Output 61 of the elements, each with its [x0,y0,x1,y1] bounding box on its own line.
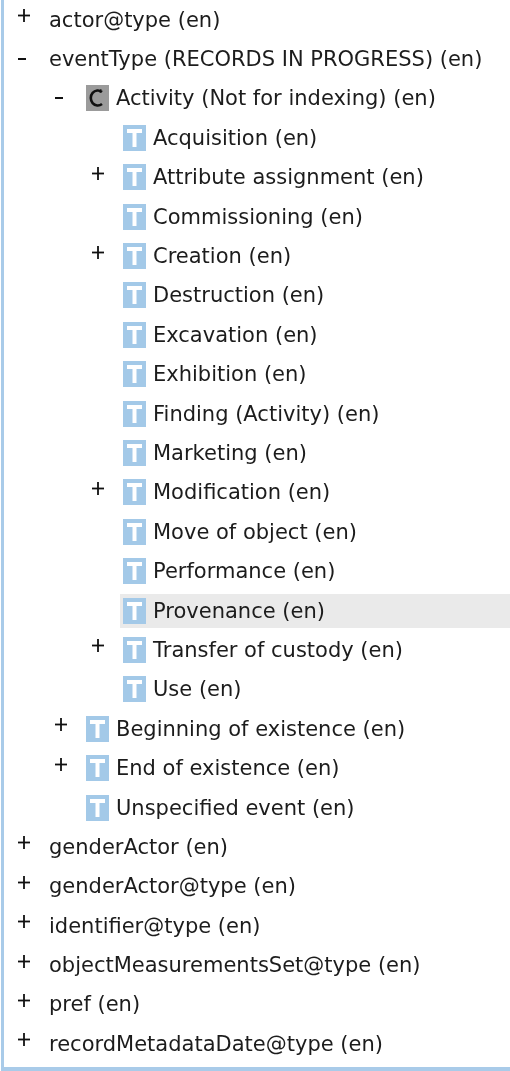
tree-item[interactable]: Attribute assignment (en) [120,160,510,195]
expand-icon[interactable] [18,875,30,889]
expand-icon[interactable] [18,993,30,1007]
tree-item[interactable]: Performance (en) [120,554,510,589]
tree-item[interactable]: Finding (Activity) (en) [120,396,510,431]
expand-icon[interactable] [18,915,30,929]
tree-item[interactable]: Provenance (en) [120,593,510,628]
term-icon [123,400,146,427]
term-icon [123,203,146,230]
expand-icon[interactable] [92,166,104,180]
term-icon [123,636,146,663]
tree-item[interactable]: Activity (Not for indexing) (en) [83,81,510,116]
tree-item[interactable]: Marketing (en) [120,436,510,470]
expand-icon[interactable] [92,639,104,653]
expand-icon[interactable] [92,481,104,495]
term-icon [123,597,146,624]
tree-item[interactable]: recordMetadataDate@type (en) [46,1026,510,1061]
term-icon [123,361,146,388]
tree-item[interactable]: genderActor@type (en) [46,869,510,904]
term-icon [86,755,109,782]
tree-item[interactable]: Commissioning (en) [120,199,510,234]
term-icon [123,558,146,585]
term-icon [123,282,146,309]
term-icon [123,124,146,151]
tree-item[interactable]: End of existence (en) [83,751,510,786]
term-icon [86,794,109,821]
expand-icon[interactable] [18,9,30,23]
term-icon [123,243,146,270]
tree-item[interactable]: eventType (RECORDS IN PROGRESS) (en) [46,42,510,77]
collapse-icon[interactable] [18,58,26,61]
term-icon [123,479,146,506]
expand-icon[interactable] [55,718,67,732]
tree-item[interactable]: Modification (en) [120,475,510,510]
tree-item[interactable]: Transfer of custody (en) [120,632,510,667]
tree-item[interactable]: pref (en) [46,987,510,1022]
term-icon [86,715,109,742]
concept-icon [86,85,109,112]
tree-item[interactable]: Use (en) [120,672,510,707]
tree-item[interactable]: Beginning of existence (en) [83,711,510,746]
tree-item[interactable]: objectMeasurementsSet@type (en) [46,948,510,983]
term-icon [123,164,146,191]
tree-item[interactable]: identifier@type (en) [46,908,510,943]
tree-item[interactable]: Creation (en) [120,239,510,274]
term-icon [123,518,146,545]
term-icon [123,440,146,466]
term-icon [123,321,146,348]
term-icon [123,676,146,703]
tree-item[interactable]: Excavation (en) [120,317,510,352]
expand-icon[interactable] [55,757,67,771]
tree-item[interactable]: Move of object (en) [120,514,510,549]
expand-icon[interactable] [18,1033,30,1047]
expand-icon[interactable] [18,836,30,850]
expand-icon[interactable] [18,954,30,968]
tree-item[interactable]: Exhibition (en) [120,357,510,392]
tree-item[interactable]: Destruction (en) [120,278,510,313]
tree-item[interactable]: Unspecified event (en) [83,790,510,825]
tree-item[interactable]: genderActor (en) [46,829,510,864]
collapse-icon[interactable] [55,97,63,100]
tree-item[interactable]: Acquisition (en) [120,120,510,155]
expand-icon[interactable] [92,245,104,259]
tree-item[interactable]: actor@type (en) [46,2,510,37]
